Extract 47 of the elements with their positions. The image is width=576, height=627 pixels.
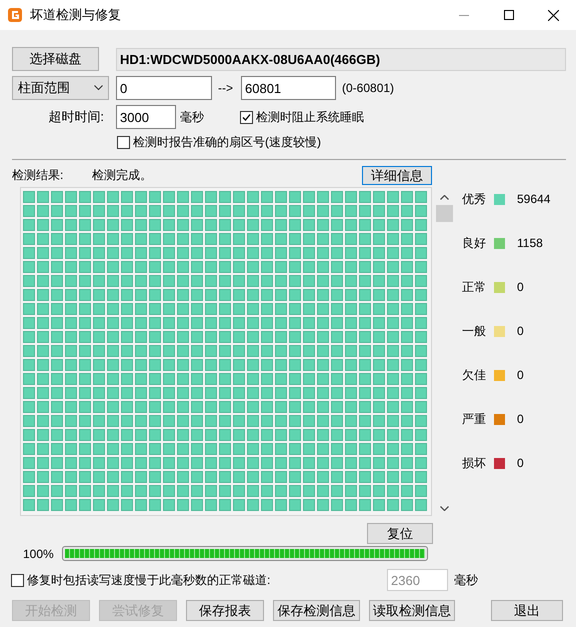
range-mode-dropdown[interactable]: 柱面范围 (12, 76, 109, 100)
maximize-icon (504, 10, 514, 20)
timeout-label: 超时时间: (47, 108, 104, 126)
chevron-down-icon (94, 85, 103, 91)
range-hint: (0-60801) (342, 81, 394, 95)
scroll-up-icon[interactable] (440, 195, 449, 200)
scrollbar-thumb[interactable] (436, 205, 453, 222)
disk-name-field: HD1:WDCWD5000AAKX-08U6AA0(466GB) (116, 48, 566, 70)
legend-label: 正常 (462, 278, 487, 296)
select-disk-button[interactable]: 选择磁盘 (12, 47, 99, 71)
legend-label: 欠佳 (462, 366, 487, 384)
save-info-button[interactable]: 保存检测信息 (273, 600, 360, 621)
close-icon (548, 10, 559, 20)
checkbox-label: 修复时包括读写速度慢于此毫秒数的正常磁道: (27, 572, 270, 588)
range-start-field[interactable]: 0 (116, 76, 212, 100)
legend-count: 59644 (517, 192, 550, 206)
result-status: 检测完成。 (92, 166, 153, 184)
range-arrow: --> (218, 81, 234, 95)
legend-label: 一般 (462, 322, 487, 340)
exit-button[interactable]: 退出 (491, 600, 563, 621)
save-report-button[interactable]: 保存报表 (186, 600, 264, 621)
timeout-field[interactable]: 3000 (116, 105, 176, 129)
result-label: 检测结果: (12, 166, 64, 184)
progress-reading: 100% (23, 546, 53, 560)
legend-label: 良好 (462, 234, 487, 252)
app-logo-icon (8, 8, 22, 22)
checkbox-label: 检测时阻止系统睡眠 (256, 108, 364, 126)
checkbox[interactable] (240, 110, 253, 124)
details-button[interactable]: 详细信息 (362, 166, 432, 184)
legend-count: 1158 (517, 236, 543, 250)
window-title: 坏道检测与修复 (30, 6, 121, 24)
range-end-field[interactable]: 60801 (241, 76, 336, 100)
legend-label: 严重 (462, 410, 487, 428)
legend-count: 0 (517, 280, 524, 294)
scroll-down-icon[interactable] (440, 506, 449, 511)
legend-count: 0 (517, 368, 524, 382)
legend-count: 0 (517, 324, 524, 338)
checkbox[interactable] (117, 136, 130, 149)
load-info-button[interactable]: 读取检测信息 (369, 600, 455, 621)
legend-count: 0 (517, 456, 524, 470)
legend-label: 优秀 (462, 190, 487, 208)
threshold-unit: 毫秒 (454, 572, 478, 588)
legend-count: 0 (517, 412, 524, 426)
timeout-unit: 毫秒 (180, 108, 205, 126)
reset-button[interactable]: 复位 (367, 523, 433, 544)
checkbox-label: 检测时报告准确的扇区号(速度较慢) (133, 134, 321, 151)
legend-label: 损坏 (462, 454, 487, 472)
